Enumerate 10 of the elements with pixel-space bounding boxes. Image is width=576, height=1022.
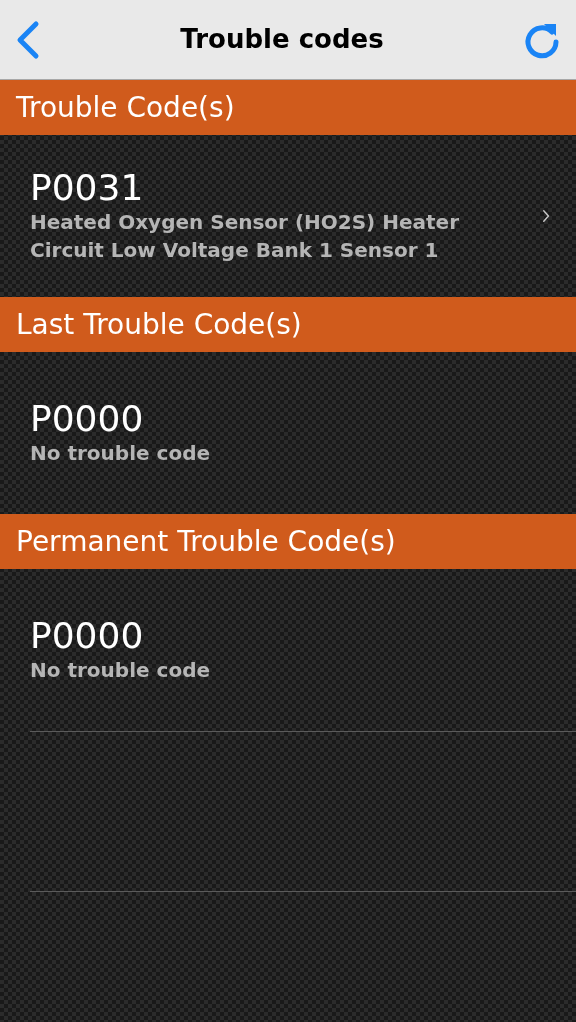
code-description: No trouble code xyxy=(30,439,212,467)
section-header: Trouble Code(s) xyxy=(0,80,576,135)
section-header: Last Trouble Code(s) xyxy=(0,297,576,352)
code-description: No trouble code xyxy=(30,656,212,684)
trouble-code: P0000 xyxy=(30,399,145,439)
section-header: Permanent Trouble Code(s) xyxy=(0,514,576,569)
screen-title: Trouble codes xyxy=(180,23,384,56)
trouble-code: P0000 xyxy=(30,616,145,656)
code-description: Heated Oxygen Sensor (HO2S) Heater Circuit Low Voltage Bank 1 Sensor 1 xyxy=(30,208,460,264)
trouble-code: P0031 xyxy=(30,168,145,208)
